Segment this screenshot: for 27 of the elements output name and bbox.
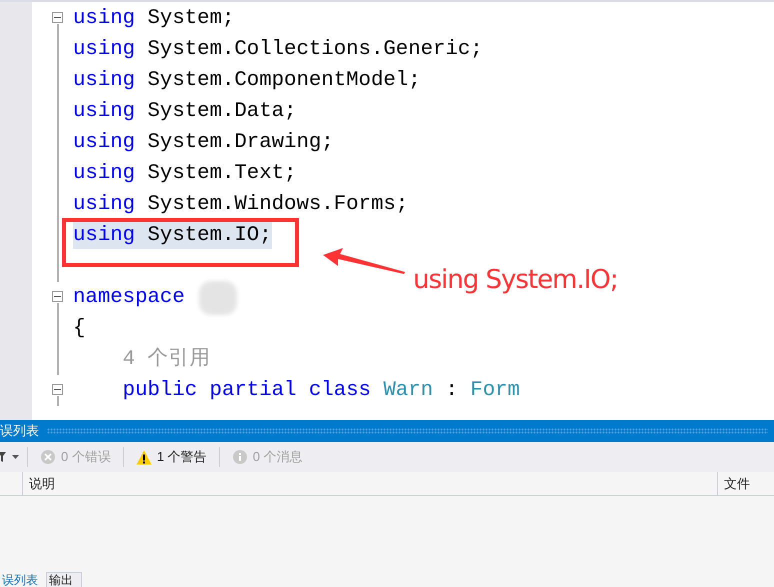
error-icon — [40, 449, 56, 465]
code-line: using System.Drawing; — [73, 130, 334, 156]
code-line: using System.Text; — [73, 161, 296, 187]
code-line: using System.Windows.Forms; — [73, 192, 408, 218]
code-line: using System.Data; — [73, 99, 296, 125]
panel-title: 误列表 — [0, 422, 39, 440]
annotation-text: using System.IO; — [413, 265, 618, 295]
code-line: using System.ComponentModel; — [73, 68, 421, 94]
code-line: public partial class Warn : Form — [122, 378, 520, 404]
code-line: using System; — [73, 6, 234, 32]
code-line: using System.Collections.Generic; — [73, 37, 483, 63]
collapse-toggle[interactable] — [52, 12, 63, 23]
arrow-icon — [323, 248, 407, 276]
caret-icon[interactable] — [12, 455, 19, 459]
column-header[interactable]: 说明 — [22, 472, 717, 495]
panel-tab[interactable]: 误列表 — [0, 573, 46, 587]
warning-icon — [136, 450, 152, 464]
filter-icon[interactable] — [0, 452, 6, 462]
column-header[interactable]: 文件 — [717, 472, 774, 495]
panel-tab[interactable]: 输出 — [46, 572, 82, 587]
info-icon — [232, 449, 248, 465]
collapse-toggle[interactable] — [52, 291, 63, 302]
filter-button[interactable]: 1 个警告 — [132, 448, 211, 466]
code-line: namespace — [73, 285, 185, 311]
code-line: 4 个引用 — [122, 346, 210, 373]
code-line: { — [73, 316, 86, 342]
collapse-toggle[interactable] — [52, 384, 63, 395]
